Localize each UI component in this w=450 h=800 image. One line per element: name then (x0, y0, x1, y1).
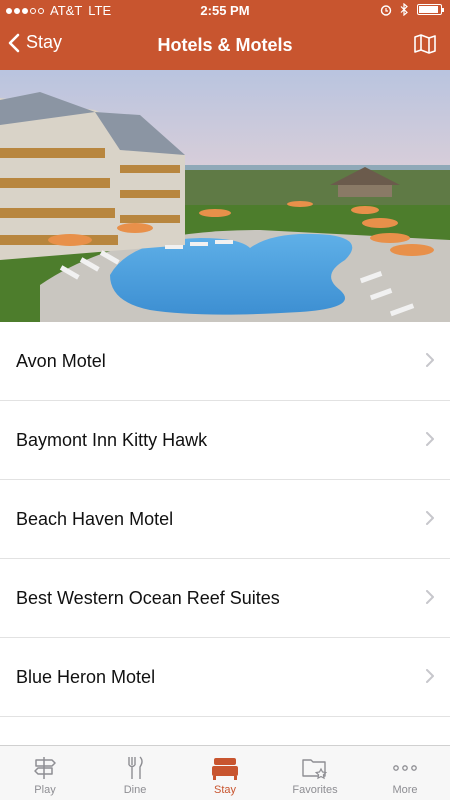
list-item-label: Beach Haven Motel (16, 508, 174, 529)
battery-icon (417, 4, 444, 15)
tab-label: Stay (213, 784, 236, 796)
tab-label: Dine (123, 784, 147, 796)
list-item-label: Blue Heron Motel (16, 666, 156, 687)
list-item-label: Avon Motel (16, 350, 106, 371)
list-item[interactable]: Baymont Inn Kitty Hawk (0, 401, 450, 480)
alarm-icon (380, 4, 392, 16)
list-item[interactable]: Beach Haven Motel (0, 480, 450, 559)
chevron-right-icon (426, 350, 434, 373)
folder-star-icon (302, 759, 328, 780)
chevron-right-icon (426, 508, 434, 531)
map-button[interactable] (414, 34, 436, 59)
chevron-right-icon (426, 666, 434, 689)
more-dots-icon (393, 765, 417, 771)
header: AT&T LTE 2:55 PM Stay Hotels & Motels (0, 0, 450, 70)
status-right (380, 3, 444, 16)
tab-favorites[interactable]: Favorites (270, 746, 360, 800)
bluetooth-icon (400, 3, 408, 16)
list-item-label: Baymont Inn Kitty Hawk (16, 429, 208, 450)
list-item[interactable]: Blue Heron Motel (0, 638, 450, 717)
hotel-list: Avon Motel Baymont Inn Kitty Hawk Beach Ha… (0, 322, 450, 717)
chevron-right-icon (426, 587, 434, 610)
tab-stay[interactable]: Stay (180, 746, 270, 800)
status-bar: AT&T LTE 2:55 PM (0, 0, 450, 22)
hotel-pool-photo (0, 70, 450, 322)
tab-dine[interactable]: Dine (90, 746, 180, 800)
tab-bar: Play Dine Stay Favorites More (0, 745, 450, 800)
bed-icon (212, 758, 238, 780)
tab-play[interactable]: Play (0, 746, 90, 800)
list-item[interactable]: Avon Motel (0, 322, 450, 401)
page-title: Hotels & Motels (157, 35, 293, 55)
fork-knife-icon (128, 756, 143, 779)
list-item-label: Best Western Ocean Reef Suites (16, 587, 280, 608)
list-item[interactable]: Best Western Ocean Reef Suites (0, 559, 450, 638)
tab-label: Play (34, 784, 56, 796)
nav-bar: Stay Hotels & Motels (0, 22, 450, 70)
tab-label: More (392, 784, 418, 796)
signpost-icon (34, 757, 56, 779)
hero-image (0, 70, 450, 322)
chevron-right-icon (426, 429, 434, 452)
tab-more[interactable]: More (360, 746, 450, 800)
tab-label: Favorites (292, 784, 338, 796)
map-icon (414, 34, 436, 54)
